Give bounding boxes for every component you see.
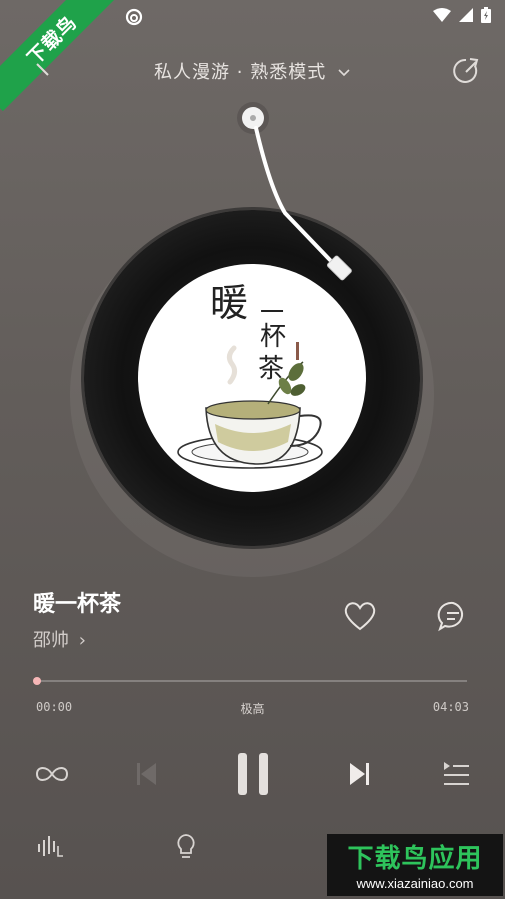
share-icon xyxy=(453,58,479,83)
loop-icon xyxy=(35,767,69,781)
watermark-banner: 下载鸟应用 www.xiazainiao.com xyxy=(327,834,503,896)
chevron-right-icon: › xyxy=(78,630,86,651)
tone-arm xyxy=(237,102,352,281)
comment-icon xyxy=(437,601,464,632)
artist-name: 邵帅 xyxy=(33,630,69,651)
page-title: 私人漫游 · 熟悉模式 xyxy=(154,62,327,83)
lightbulb-icon xyxy=(177,834,195,858)
total-time: 04:03 xyxy=(432,700,469,714)
banner-url: www.xiazainiao.com xyxy=(356,876,474,891)
song-title: 暖一杯茶 xyxy=(33,592,122,617)
playlist-icon xyxy=(444,762,469,785)
banner-brand: 下载鸟应用 xyxy=(347,844,483,874)
lightbulb-button[interactable] xyxy=(171,832,201,862)
chevron-down-icon xyxy=(338,69,350,77)
system-status-icons xyxy=(433,7,491,23)
artist-link[interactable]: 邵帅 › xyxy=(33,626,86,652)
netease-icon xyxy=(124,7,144,31)
heart-icon xyxy=(344,602,376,631)
comment-button[interactable] xyxy=(437,600,469,632)
share-button[interactable] xyxy=(451,56,481,86)
sound-effect-button[interactable] xyxy=(36,832,66,862)
quality-label[interactable]: 极高 xyxy=(0,700,505,717)
album-cover: 暖 一 杯 茶 xyxy=(138,264,366,492)
mode-selector[interactable]: 私人漫游 · 熟悉模式 xyxy=(0,58,505,84)
previous-icon xyxy=(137,763,156,785)
signal-icon xyxy=(459,8,473,22)
next-button[interactable] xyxy=(338,752,382,796)
progress-thumb[interactable] xyxy=(33,677,41,685)
next-icon xyxy=(350,763,369,785)
battery-icon xyxy=(481,7,491,23)
sound-effect-icon xyxy=(38,836,63,857)
progress-track[interactable] xyxy=(37,680,467,682)
playlist-button[interactable] xyxy=(434,752,478,796)
previous-button[interactable] xyxy=(124,752,168,796)
cover-char-4: 茶 xyxy=(258,354,285,384)
loop-button[interactable] xyxy=(30,752,74,796)
like-button[interactable] xyxy=(343,600,377,632)
wifi-icon xyxy=(433,8,451,22)
pause-button[interactable] xyxy=(228,752,278,796)
pause-icon xyxy=(238,753,268,795)
